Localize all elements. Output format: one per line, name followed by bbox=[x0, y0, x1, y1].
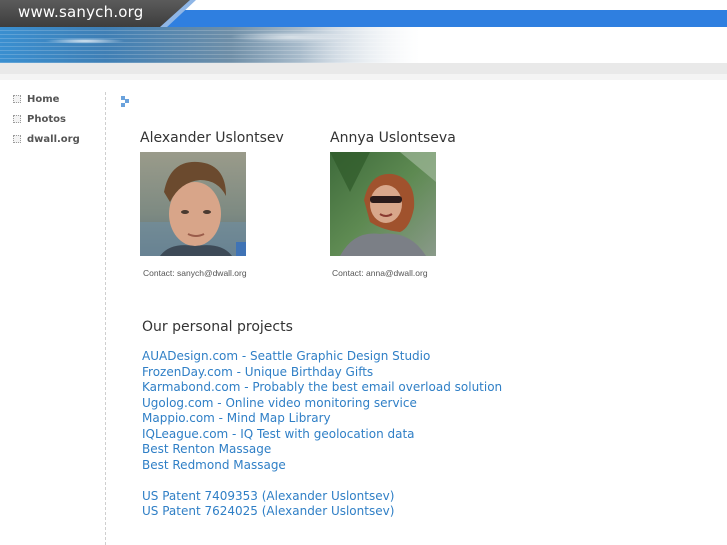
section-title: Our personal projects bbox=[142, 319, 293, 335]
contact-text: Contact: sanych@dwall.org bbox=[143, 268, 247, 278]
sidebar-item-dwall[interactable]: dwall.org bbox=[13, 131, 80, 147]
site-header: www.sanych.org bbox=[0, 0, 727, 80]
site-title[interactable]: www.sanych.org bbox=[18, 3, 144, 21]
header-gray-band-lower bbox=[0, 74, 727, 80]
sidebar bbox=[0, 80, 105, 545]
project-link[interactable]: Best Renton Massage bbox=[142, 442, 502, 458]
project-links-list: AUADesign.com - Seattle Graphic Design S… bbox=[142, 349, 502, 520]
patent-link[interactable]: US Patent 7624025 (Alexander Uslontsev) bbox=[142, 504, 502, 520]
person-name: Alexander Uslontsev bbox=[140, 130, 284, 146]
header-gray-band bbox=[0, 63, 727, 74]
sidebar-item-label: dwall.org bbox=[27, 133, 80, 145]
bullet-icon bbox=[13, 115, 21, 123]
bullet-icon bbox=[13, 135, 21, 143]
person-photo bbox=[140, 152, 246, 256]
person-photo bbox=[330, 152, 436, 256]
project-link[interactable]: Karmabond.com - Probably the best email … bbox=[142, 380, 502, 396]
bullet-icon bbox=[13, 95, 21, 103]
contact-text: Contact: anna@dwall.org bbox=[332, 268, 428, 278]
header-banner-fade bbox=[300, 27, 727, 63]
project-link[interactable]: Best Redmond Massage bbox=[142, 458, 502, 474]
sidebar-item-label: Photos bbox=[27, 113, 66, 125]
project-link[interactable]: Ugolog.com - Online video monitoring ser… bbox=[142, 396, 502, 412]
person-name: Annya Uslontseva bbox=[330, 130, 456, 146]
pixel-marker-icon bbox=[121, 96, 131, 107]
project-link[interactable]: AUADesign.com - Seattle Graphic Design S… bbox=[142, 349, 502, 365]
sidebar-item-label: Home bbox=[27, 93, 60, 105]
project-link[interactable]: Mappio.com - Mind Map Library bbox=[142, 411, 502, 427]
sidebar-item-photos[interactable]: Photos bbox=[13, 111, 66, 127]
project-link[interactable]: IQLeague.com - IQ Test with geolocation … bbox=[142, 427, 502, 443]
sidebar-divider bbox=[105, 92, 106, 545]
patent-link[interactable]: US Patent 7409353 (Alexander Uslontsev) bbox=[142, 489, 502, 505]
sidebar-item-home[interactable]: Home bbox=[13, 91, 59, 107]
project-link[interactable]: FrozenDay.com - Unique Birthday Gifts bbox=[142, 365, 502, 381]
